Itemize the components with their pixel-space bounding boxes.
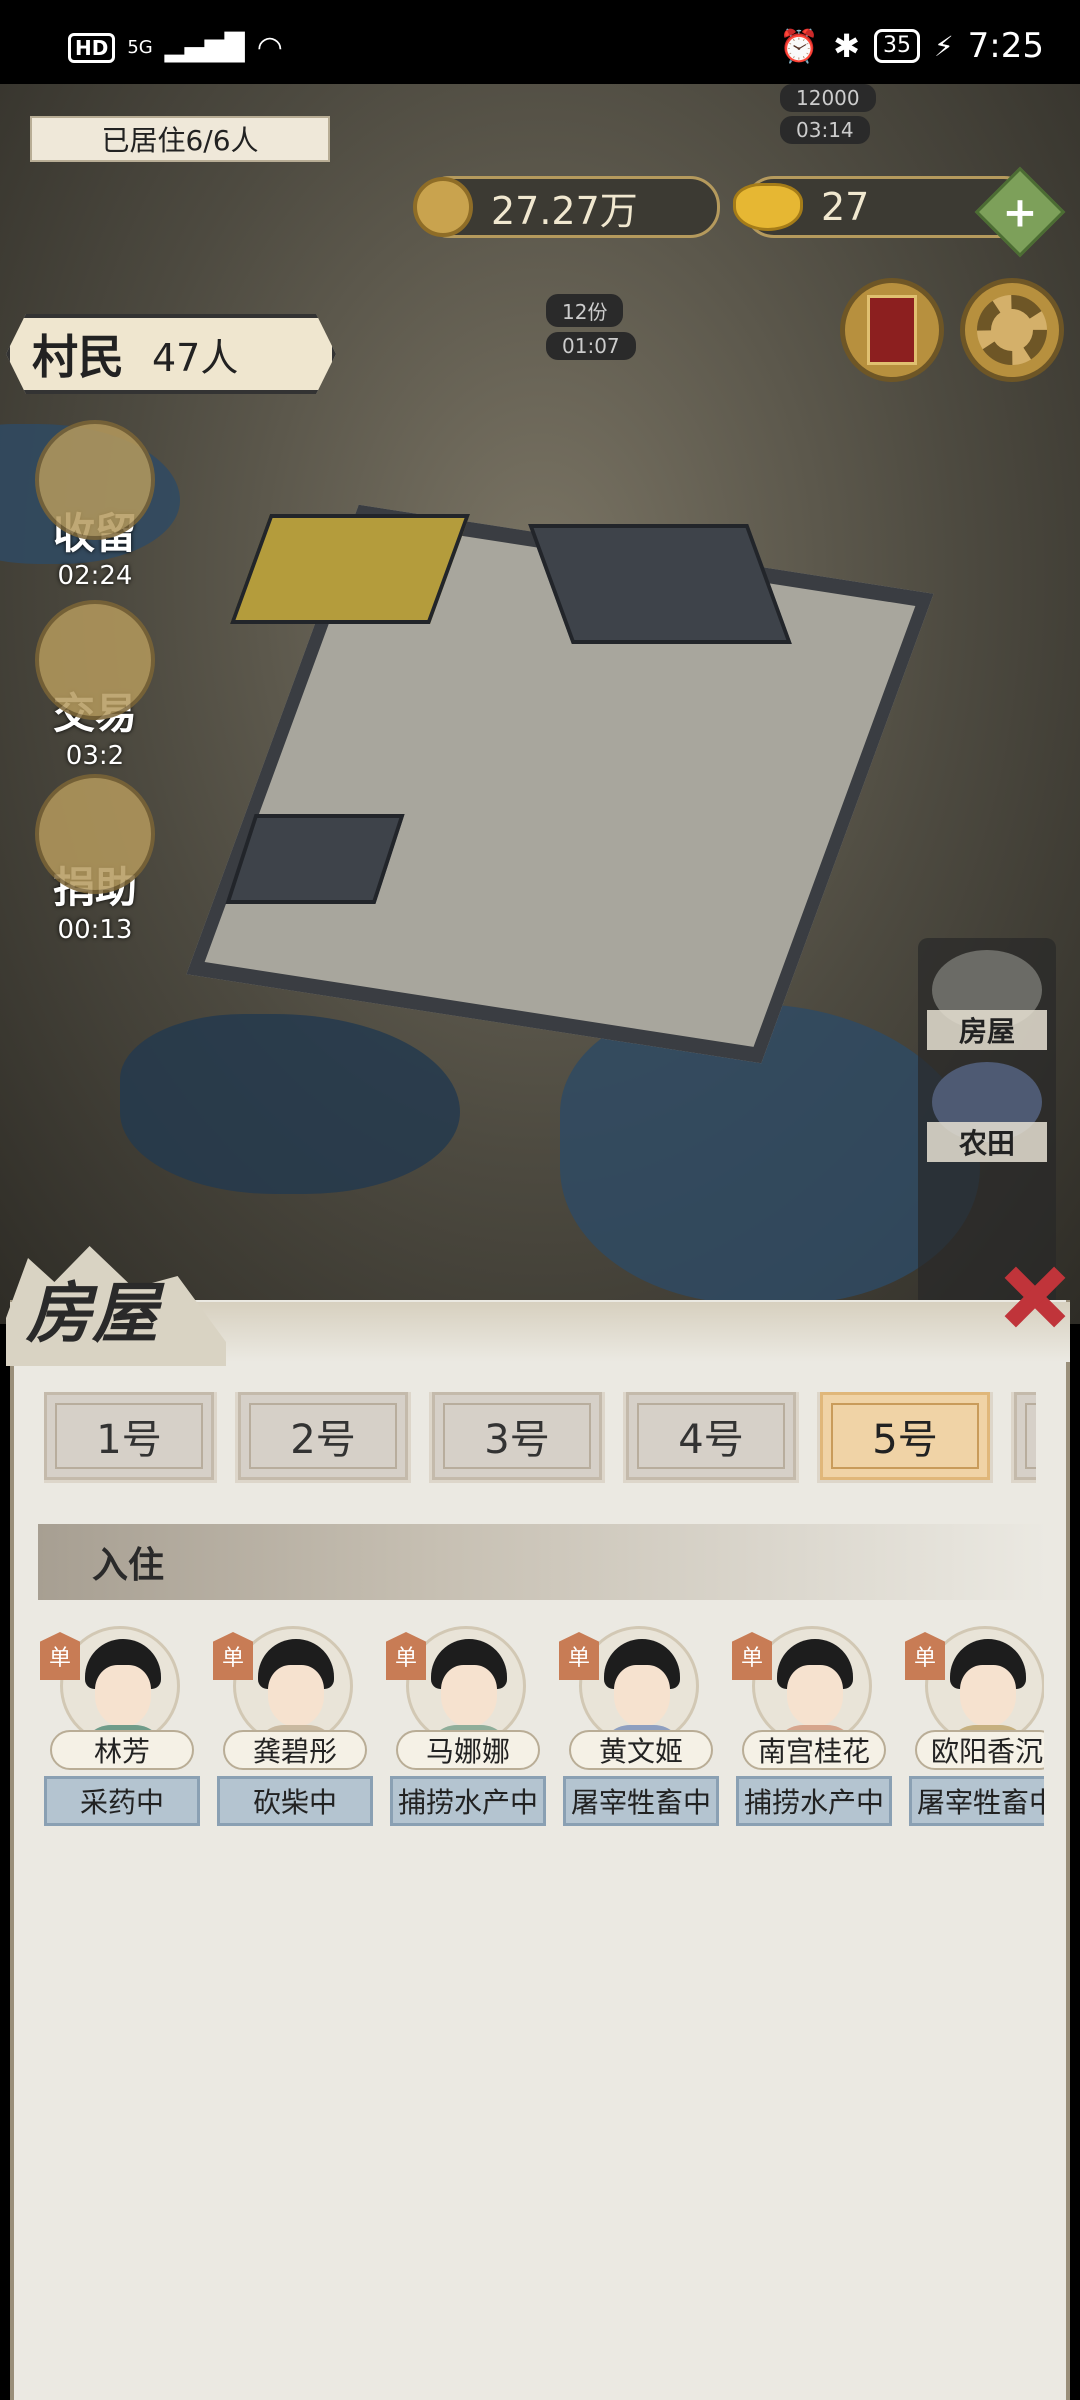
ingot-icon	[733, 183, 803, 231]
selected-house[interactable]	[130, 434, 960, 1064]
status-bar: HD 5G ▂▄▆█ ◠ ⏰ ✱ 35 ⚡ 7:25	[0, 0, 1080, 84]
resident-name: 南宫桂花	[742, 1730, 886, 1770]
resident-name: 林芳	[50, 1730, 194, 1770]
trade-action[interactable]: 交易 03:2	[30, 600, 160, 771]
tab-house-next[interactable]	[1011, 1392, 1036, 1483]
gate-roof	[225, 814, 405, 904]
category-farmland[interactable]: 农田	[927, 1062, 1047, 1162]
resident-card[interactable]: 单 欧阳香沉 屠宰牲畜中	[905, 1618, 1044, 1828]
resident-card[interactable]: 单 龚碧彤 砍柴中	[213, 1618, 377, 1828]
house-tabs: 1号 2号 3号 4号 5号	[44, 1392, 1036, 1484]
resident-name: 黄文姬	[569, 1730, 713, 1770]
map-timer: 12份	[546, 294, 624, 327]
resident-name: 马娜娜	[396, 1730, 540, 1770]
network-indicator: 5G	[127, 37, 153, 58]
resident-status: 采药中	[44, 1776, 200, 1826]
tab-house-3[interactable]: 3号	[429, 1392, 605, 1483]
coin-value: 27.27万	[491, 188, 638, 233]
house-roof	[229, 514, 471, 624]
panel-title: 房屋	[26, 1274, 158, 1352]
tab-house-2[interactable]: 2号	[235, 1392, 411, 1483]
resident-name: 欧阳香沉	[915, 1730, 1044, 1770]
coin-icon	[413, 177, 473, 237]
villager-count[interactable]: 村民 47人	[6, 314, 336, 394]
battery-level: 35	[873, 29, 920, 63]
wifi-icon: ◠	[256, 30, 283, 65]
game-map[interactable]: 12000 03:14 12份 01:07 房屋 农田	[0, 84, 1080, 1324]
single-badge: 单	[905, 1632, 945, 1680]
occupancy-label: 已居住6/6人	[30, 116, 330, 162]
scroll-icon	[867, 295, 917, 365]
signal-icon: ▂▄▆█	[164, 32, 245, 63]
house-roof	[528, 524, 792, 644]
category-house[interactable]: 房屋	[927, 950, 1047, 1050]
alarm-icon: ⏰	[779, 27, 820, 65]
tab-house-4[interactable]: 4号	[623, 1392, 799, 1483]
settings-button[interactable]	[960, 278, 1064, 382]
tab-house-1[interactable]: 1号	[44, 1392, 217, 1483]
coin-counter: 27.27万	[413, 176, 720, 238]
section-title: 入住	[92, 1544, 165, 1586]
shelter-action[interactable]: 收留 02:24	[30, 420, 160, 591]
gear-icon	[977, 295, 1047, 365]
donate-action[interactable]: 捐助 00:13	[30, 774, 160, 945]
scroll-button[interactable]	[840, 278, 944, 382]
single-badge: 单	[386, 1632, 426, 1680]
resident-status: 屠宰牲畜中	[563, 1776, 719, 1826]
resident-card[interactable]: 单 马娜娜 捕捞水产中	[386, 1618, 550, 1828]
ingot-value: 27	[821, 185, 870, 229]
close-icon[interactable]	[990, 1255, 1070, 1335]
single-badge: 单	[213, 1632, 253, 1680]
resident-card[interactable]: 单 南宫桂花 捕捞水产中	[732, 1618, 896, 1828]
category-menu: 房屋 农田	[918, 938, 1056, 1308]
resident-status: 屠宰牲畜中	[909, 1776, 1044, 1826]
resident-status: 砍柴中	[217, 1776, 373, 1826]
single-badge: 单	[732, 1632, 772, 1680]
clock: 7:25	[967, 26, 1044, 66]
map-timer: 01:07	[546, 332, 636, 360]
tab-house-5[interactable]: 5号	[817, 1392, 993, 1483]
resident-status: 捕捞水产中	[736, 1776, 892, 1826]
plus-icon: +	[1002, 187, 1038, 237]
resident-card[interactable]: 单 林芳 采药中	[40, 1618, 204, 1828]
bluetooth-icon: ✱	[833, 27, 860, 65]
resident-status: 捕捞水产中	[390, 1776, 546, 1826]
panel-title-wrap: 房屋	[6, 1240, 266, 1370]
map-timer: 03:14	[780, 116, 870, 144]
charging-icon: ⚡	[933, 29, 954, 63]
resident-card[interactable]: 单 黄文姬 屠宰牲畜中	[559, 1618, 723, 1828]
resident-list: 单 林芳 采药中 单 龚碧彤 砍柴中 单 马娜娜 捕捞水产中 单 黄文姬 屠宰牲…	[40, 1618, 1044, 1838]
resident-name: 龚碧彤	[223, 1730, 367, 1770]
single-badge: 单	[40, 1632, 80, 1680]
section-header: 入住	[38, 1524, 1048, 1600]
hd-indicator: HD	[68, 32, 116, 63]
single-badge: 单	[559, 1632, 599, 1680]
map-timer: 12000	[780, 84, 876, 112]
